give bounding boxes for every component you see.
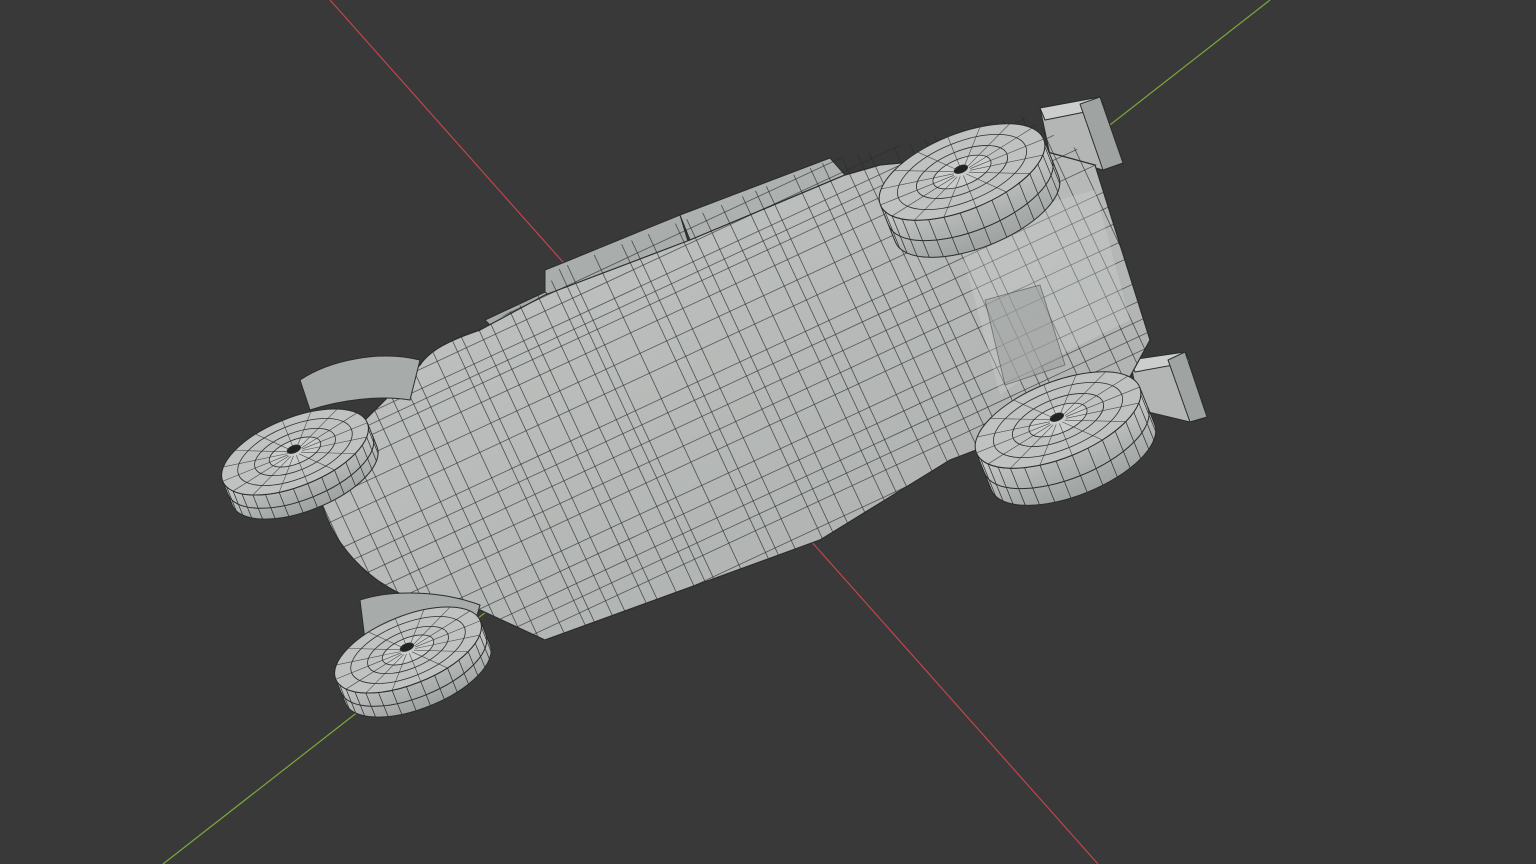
3d-viewport[interactable] xyxy=(0,0,1536,864)
car-model[interactable] xyxy=(156,0,1319,829)
viewport-canvas[interactable] xyxy=(0,0,1536,864)
